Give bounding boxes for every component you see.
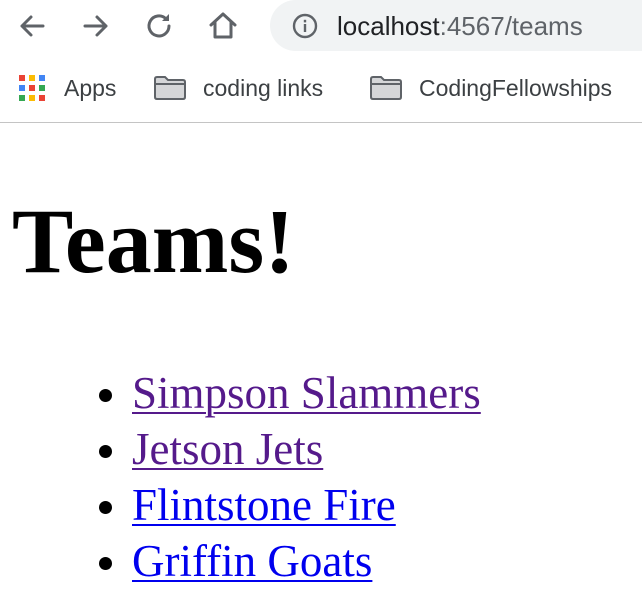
reload-button[interactable] — [140, 6, 180, 46]
browser-toolbar: localhost:4567/teams — [0, 0, 642, 52]
address-bar[interactable]: localhost:4567/teams — [270, 0, 642, 51]
list-item: Griffin Goats — [132, 533, 481, 589]
home-button[interactable] — [203, 6, 243, 46]
forward-arrow-icon — [83, 15, 108, 37]
folder-icon — [154, 76, 186, 100]
folder-icon — [370, 76, 402, 100]
info-icon[interactable] — [292, 13, 318, 39]
bookmark-label: coding links — [203, 74, 324, 101]
list-item: Flintstone Fire — [132, 477, 481, 533]
back-arrow-icon — [20, 15, 45, 37]
url-text[interactable]: localhost:4567/teams — [337, 11, 583, 41]
bookmark-label: CodingFellowships — [419, 74, 613, 101]
forward-button[interactable] — [76, 6, 116, 46]
bookmark-coding-links[interactable]: coding links — [153, 70, 323, 106]
url-host: localhost — [337, 11, 440, 41]
bookmark-label: Apps — [64, 74, 117, 101]
home-icon — [209, 12, 237, 39]
list-item: Simpson Slammers — [132, 365, 481, 421]
team-link-flintstone-fire[interactable]: Flintstone Fire — [132, 480, 396, 530]
apps-grid-icon — [18, 74, 46, 102]
bookmark-codingfellowships[interactable]: CodingFellowships — [369, 70, 612, 106]
team-list: Simpson Slammers Jetson Jets Flintstone … — [0, 365, 481, 589]
team-link-griffin-goats[interactable]: Griffin Goats — [132, 536, 372, 586]
bookmarks-bar: Apps coding links CodingFellowships — [0, 52, 642, 123]
browser-chrome: localhost:4567/teams Apps coding links C — [0, 0, 642, 123]
team-link-simpson-slammers[interactable]: Simpson Slammers — [132, 368, 481, 418]
url-path: :4567/teams — [439, 11, 583, 41]
bookmark-apps[interactable]: Apps — [18, 70, 116, 106]
back-button[interactable] — [12, 6, 52, 46]
page-title: Teams! — [12, 190, 295, 292]
list-item: Jetson Jets — [132, 421, 481, 477]
reload-icon — [147, 14, 171, 38]
team-link-jetson-jets[interactable]: Jetson Jets — [132, 424, 323, 474]
